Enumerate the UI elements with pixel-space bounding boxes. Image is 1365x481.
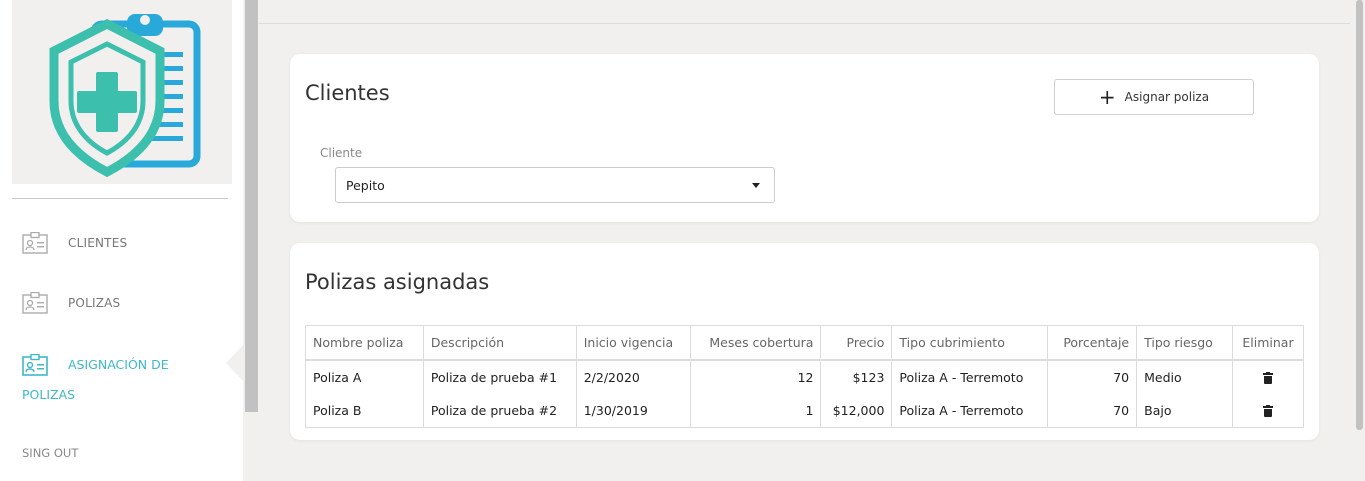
shield-clipboard-medical-icon [49, 14, 201, 178]
app-logo [12, 0, 232, 184]
column-header[interactable]: Nombre poliza [305, 325, 424, 361]
cell-precio: $123 [820, 359, 893, 394]
caret-down-icon [752, 183, 760, 188]
id-card-icon [22, 232, 48, 254]
active-indicator [226, 345, 243, 381]
table-row: Poliza A Poliza de prueba #1 2/2/2020 12… [305, 359, 1304, 394]
column-header[interactable]: Precio [820, 325, 893, 361]
plus-icon: + [1098, 85, 1116, 109]
polizas-asignadas-title: Polizas asignadas [305, 270, 490, 294]
assign-policy-button[interactable]: + Asignar poliza [1054, 79, 1254, 115]
cell-tipo-cubrimiento: Poliza A - Terremoto [891, 393, 1049, 428]
sidebar-item-label: POLIZAS [22, 387, 76, 402]
cell-eliminar [1232, 359, 1304, 394]
cell-inicio: 2/2/2020 [575, 359, 691, 394]
sidebar-item-label: CLIENTES [68, 236, 128, 250]
table-header-row: Nombre poliza Descripción Inicio vigenci… [305, 325, 1304, 361]
column-header: Eliminar [1232, 325, 1304, 361]
column-header[interactable]: Tipo riesgo [1136, 325, 1233, 361]
cell-meses: 12 [689, 359, 822, 394]
id-card-icon [22, 292, 48, 314]
cell-nombre: Poliza A [305, 359, 424, 394]
polizas-table: Nombre poliza Descripción Inicio vigenci… [305, 325, 1304, 428]
page-scrollbar[interactable] [1356, 0, 1363, 430]
column-header[interactable]: Descripción [422, 325, 577, 361]
cell-descripcion: Poliza de prueba #2 [422, 393, 577, 428]
sidebar-item-clientes[interactable]: CLIENTES [22, 232, 127, 254]
top-header [259, 0, 1350, 24]
cell-inicio: 1/30/2019 [575, 393, 691, 428]
polizas-asignadas-card: Polizas asignadas Nombre poliza Descripc… [290, 243, 1319, 440]
sidebar: CLIENTES POLIZAS ASIGNACIÓN DE POLIZAS S… [0, 0, 243, 481]
cell-tipo-riesgo: Medio [1136, 359, 1233, 394]
cell-precio: $12,000 [820, 393, 893, 428]
cell-eliminar [1232, 393, 1304, 428]
cell-porcentaje: 70 [1047, 393, 1138, 428]
assign-policy-label: Asignar poliza [1124, 90, 1210, 104]
column-header[interactable]: Inicio vigencia [575, 325, 691, 361]
sidebar-item-label: ASIGNACIÓN DE [68, 357, 169, 372]
trash-icon[interactable] [1263, 372, 1273, 384]
client-field-label: Cliente [320, 146, 363, 160]
client-select-value: Pepito [346, 177, 385, 193]
sidebar-item-asignacion-polizas[interactable]: ASIGNACIÓN DE POLIZAS [22, 350, 222, 410]
cell-nombre: Poliza B [305, 393, 424, 428]
sidebar-item-label: POLIZAS [68, 296, 121, 310]
signout-link[interactable]: SING OUT [22, 446, 78, 460]
sidebar-divider [12, 198, 228, 199]
cell-meses: 1 [689, 393, 822, 428]
table-row: Poliza B Poliza de prueba #2 1/30/2019 1… [305, 393, 1304, 428]
column-header[interactable]: Meses cobertura [689, 325, 822, 361]
cell-tipo-cubrimiento: Poliza A - Terremoto [891, 359, 1049, 394]
id-card-icon [22, 354, 48, 376]
cell-descripcion: Poliza de prueba #1 [422, 359, 577, 394]
clientes-card: Clientes + Asignar poliza Cliente Pepito [290, 54, 1319, 222]
column-header[interactable]: Tipo cubrimiento [891, 325, 1049, 361]
trash-icon[interactable] [1263, 405, 1273, 418]
cell-porcentaje: 70 [1047, 359, 1138, 394]
client-select[interactable]: Pepito [335, 167, 775, 203]
cell-tipo-riesgo: Bajo [1136, 393, 1233, 428]
sidebar-scrollbar[interactable] [245, 0, 258, 412]
clientes-title: Clientes [305, 81, 390, 105]
sidebar-item-polizas[interactable]: POLIZAS [22, 292, 120, 314]
column-header[interactable]: Porcentaje [1047, 325, 1138, 361]
